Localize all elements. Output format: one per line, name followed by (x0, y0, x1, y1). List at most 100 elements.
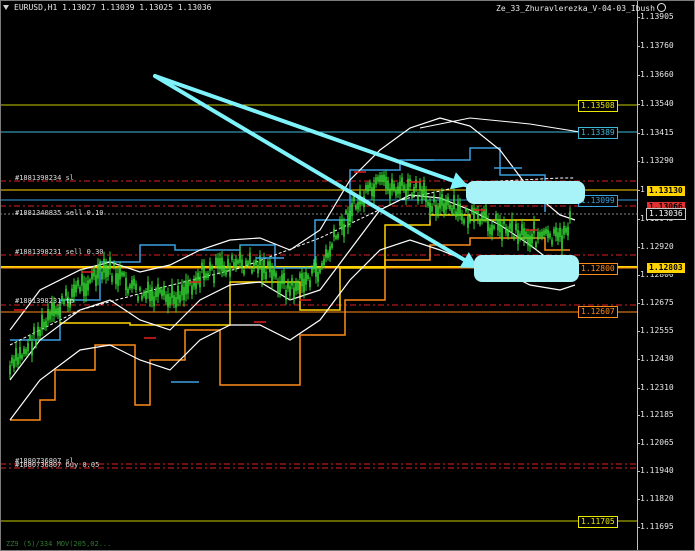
candle-body (79, 287, 81, 292)
price-tick-label: 1.12430 (640, 354, 674, 363)
candle-body (219, 257, 221, 270)
candle-body (247, 261, 249, 265)
price-tick-mark (637, 247, 640, 248)
candle-body (517, 230, 519, 244)
candle-body (47, 309, 49, 321)
candle-body (41, 314, 43, 329)
candle-body (337, 234, 339, 239)
candle-body (213, 274, 215, 283)
candle-body (217, 258, 219, 269)
candle-body (333, 228, 335, 238)
candle-body (307, 274, 309, 279)
candle-body (131, 280, 133, 289)
upper-band (9, 117, 576, 331)
candle-body (149, 290, 151, 302)
candle-body (231, 255, 233, 260)
candle-body (341, 219, 343, 230)
price-tick-label: 1.12675 (640, 298, 674, 307)
candle-body (457, 201, 459, 215)
price-tick-label: 1.13540 (640, 99, 674, 108)
candle-body (43, 321, 45, 328)
candle-body (405, 189, 407, 200)
candle-body (115, 273, 117, 285)
candle-body (367, 184, 369, 192)
candle-body (445, 199, 447, 210)
candle-body (549, 233, 551, 238)
candle-body (229, 267, 231, 277)
candle-body (163, 285, 165, 296)
candle-body (479, 220, 481, 225)
candle-body (365, 185, 367, 191)
candle-body (409, 178, 411, 187)
candle-body (521, 224, 523, 235)
candle-body (207, 273, 209, 278)
candle-body (53, 303, 55, 316)
candle-body (277, 282, 279, 293)
candle-body (99, 262, 101, 270)
candle-body (349, 210, 351, 222)
chart-window[interactable]: EURUSD,H1 1.13027 1.13039 1.13025 1.1303… (0, 0, 695, 551)
candle-body (273, 269, 275, 277)
candle-body (439, 197, 441, 209)
price-tick-label: 1.12920 (640, 242, 674, 251)
candle-body (543, 230, 545, 236)
candle-body (299, 273, 301, 279)
candle-body (297, 283, 299, 291)
candle-body (417, 194, 419, 202)
price-tick-label: 1.13760 (640, 41, 674, 50)
candle-body (57, 307, 59, 316)
candle-body (431, 205, 433, 212)
candle-body (101, 271, 103, 280)
candle-body (383, 174, 385, 183)
candle-body (567, 226, 569, 236)
candle-body (335, 235, 337, 239)
candle-body (539, 232, 541, 237)
candle-body (249, 252, 251, 264)
candle-body (535, 242, 537, 247)
candle-body (139, 287, 141, 291)
candle-body (183, 286, 185, 301)
level-price-tag: 1.11705 (578, 516, 618, 528)
candle-body (177, 285, 179, 300)
candle-body (35, 340, 37, 347)
candle-body (565, 228, 567, 233)
price-tick-label: 1.11695 (640, 522, 674, 531)
candle-body (435, 205, 437, 216)
candle-body (253, 262, 255, 269)
candle-body (557, 232, 559, 241)
band-extension (419, 117, 581, 133)
candle-body (83, 282, 85, 297)
candle-body (467, 215, 469, 228)
candle-body (463, 219, 465, 224)
candle-body (103, 258, 105, 273)
candle-body (197, 272, 199, 281)
candle-body (107, 268, 109, 277)
candle-body (429, 202, 431, 215)
candle-body (339, 219, 341, 226)
candle-body (385, 176, 387, 189)
price-tick-label: 1.12185 (640, 410, 674, 419)
symbol-dropdown-icon[interactable] (3, 5, 9, 10)
candle-body (203, 266, 205, 281)
price-tick-label: 1.12555 (640, 326, 674, 335)
candle-body (395, 189, 397, 196)
candle-body (351, 203, 353, 217)
candle-body (165, 294, 167, 302)
level-price-tag: 1.12800 (578, 263, 618, 275)
candle-body (167, 293, 169, 307)
candle-body (563, 226, 565, 235)
price-tick-mark (637, 499, 640, 500)
candle-body (419, 182, 421, 191)
price-tick-label: 1.13415 (640, 128, 674, 137)
candle-body (403, 184, 405, 191)
candle-body (23, 348, 25, 355)
candle-body (245, 260, 247, 267)
candle-body (9, 365, 11, 375)
candle-body (59, 307, 61, 318)
candle-body (105, 264, 107, 278)
candle-body (527, 234, 529, 246)
candle-body (179, 294, 181, 303)
candle-body (569, 211, 571, 220)
candle-body (211, 266, 213, 270)
candle-body (147, 281, 149, 294)
